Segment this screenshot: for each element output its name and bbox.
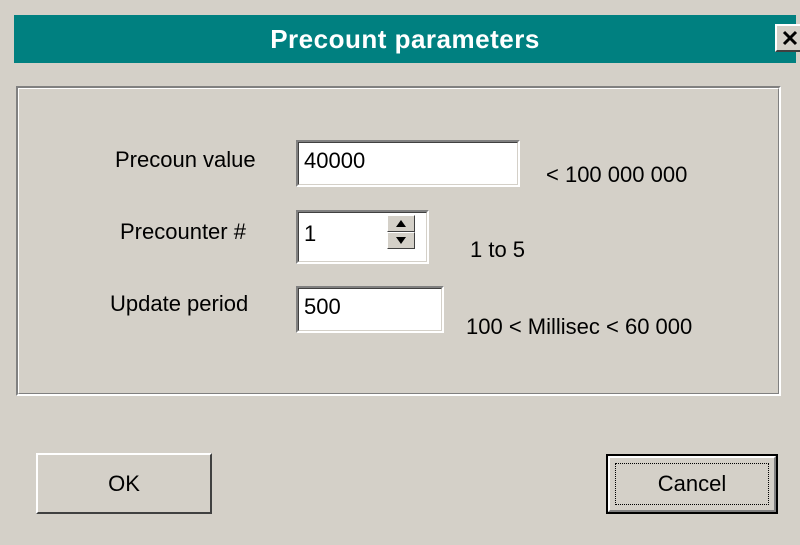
spin-up-button[interactable] — [387, 215, 415, 232]
cancel-button-label: Cancel — [657, 471, 727, 496]
arrow-down-icon — [396, 237, 406, 244]
title-bar[interactable]: Precount parameters — [14, 15, 800, 63]
precount-value-label: Precoun value — [115, 147, 256, 172]
precounter-number-text: 1 — [304, 221, 317, 246]
update-period-label: Update period — [110, 291, 249, 316]
window-title: Precount parameters — [270, 24, 540, 54]
precount-value-hint: < 100 000 000 — [546, 162, 688, 187]
arrow-up-icon — [396, 220, 406, 227]
precounter-number-hint: 1 to 5 — [470, 237, 526, 262]
close-button[interactable] — [775, 24, 800, 52]
precounter-number-label: Precounter # — [120, 219, 246, 244]
close-icon — [782, 30, 798, 46]
spin-down-button[interactable] — [387, 232, 415, 249]
cancel-button[interactable]: Cancel — [606, 454, 778, 514]
precount-parameters-dialog: Precount parameters Precoun value 40000 … — [0, 0, 800, 545]
precount-value-text: 40000 — [304, 148, 366, 173]
ok-button[interactable]: OK — [36, 453, 212, 514]
update-period-hint: 100 < Millisec < 60 000 — [466, 314, 693, 339]
update-period-input[interactable]: 500 — [296, 286, 444, 333]
ok-button-label: OK — [108, 470, 140, 496]
update-period-text: 500 — [304, 294, 341, 319]
precount-value-input[interactable]: 40000 — [296, 140, 520, 187]
